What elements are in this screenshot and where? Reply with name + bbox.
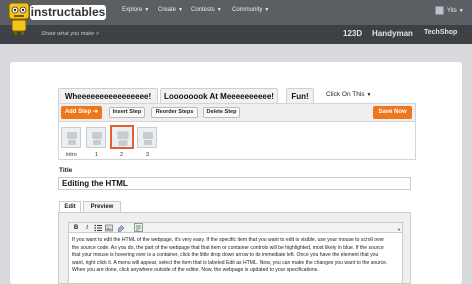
- step-thumbnail-3[interactable]: [137, 127, 157, 148]
- chevron-down-icon: ▼: [264, 7, 270, 13]
- robot-placeholder-icon: [117, 131, 129, 146]
- tab-wheee[interactable]: Wheeeeeeeeeeeeeeee!: [58, 88, 158, 103]
- partner-123d-logo[interactable]: 123D: [343, 29, 362, 38]
- robot-placeholder-icon: [67, 132, 77, 145]
- step-label-2: 2: [120, 152, 124, 158]
- chevron-down-icon: ▼: [144, 7, 150, 13]
- step-thumbnail-2[interactable]: [110, 125, 134, 149]
- nav-contests-menu[interactable]: Contests ▼: [191, 7, 222, 13]
- nav-community-label: Community: [232, 7, 263, 13]
- arrow-right-icon: ➔: [93, 109, 99, 115]
- partner-handyman-logo[interactable]: Handyman: [372, 29, 413, 38]
- nav-contests-label: Contests: [191, 7, 215, 13]
- step-thumbnail-intro[interactable]: [61, 127, 81, 148]
- add-step-label: Add Step: [64, 109, 92, 115]
- step-body-text[interactable]: If you want to edit the HTML of the webp…: [72, 237, 390, 275]
- tab-more-dropdown[interactable]: Click On This ▼: [326, 91, 371, 98]
- user-avatar[interactable]: [435, 6, 444, 15]
- italic-button[interactable]: I: [83, 224, 91, 232]
- site-tagline[interactable]: Share what you make >: [41, 31, 99, 37]
- reorder-steps-button[interactable]: Reorder Steps: [151, 107, 198, 118]
- chevron-down-icon: ▼: [458, 8, 464, 14]
- nav-explore-menu[interactable]: Explore ▼: [122, 7, 149, 13]
- bold-button[interactable]: B: [72, 224, 80, 232]
- eraser-icon[interactable]: [117, 224, 125, 232]
- step-label-1: 1: [95, 152, 99, 158]
- step-label-3: 3: [146, 152, 150, 158]
- nav-create-label: Create: [158, 7, 177, 13]
- delete-step-button[interactable]: Delete Step: [203, 107, 240, 118]
- chevron-down-icon: ▼: [216, 7, 222, 13]
- tab-edit[interactable]: Edit: [59, 201, 81, 212]
- user-name: Yits: [447, 8, 457, 14]
- chevron-down-icon: ▼: [178, 7, 183, 13]
- insert-step-button[interactable]: Insert Step: [109, 107, 145, 118]
- partner-techshop-logo[interactable]: TechShop: [424, 29, 457, 36]
- image-insert-icon[interactable]: [105, 224, 113, 232]
- title-label: Title: [59, 167, 73, 174]
- robot-mascot-icon: [8, 2, 30, 35]
- step-thumbnail-1[interactable]: [86, 127, 106, 148]
- chevron-down-icon: ▼: [366, 92, 372, 98]
- tab-look-at-me[interactable]: Loooooook At Meeeeeeeeee!: [160, 88, 278, 103]
- tab-preview[interactable]: Preview: [83, 201, 121, 212]
- user-menu[interactable]: Yits ▼: [447, 8, 464, 14]
- robot-placeholder-icon: [143, 132, 153, 145]
- step-label-intro: intro: [66, 152, 77, 158]
- add-step-button[interactable]: Add Step ➔: [61, 106, 102, 119]
- save-now-button[interactable]: Save Now: [373, 106, 412, 119]
- site-logo[interactable]: instructables: [30, 5, 106, 20]
- source-code-icon[interactable]: [134, 223, 143, 232]
- bulleted-list-icon[interactable]: [94, 224, 102, 232]
- title-input[interactable]: Editing the HTML: [58, 177, 411, 190]
- tab-fun[interactable]: Fun!: [286, 88, 314, 103]
- robot-placeholder-icon: [92, 132, 102, 145]
- nav-community-menu[interactable]: Community ▼: [232, 7, 269, 13]
- tab-more-label: Click On This: [326, 91, 365, 98]
- nav-create-menu[interactable]: Create ▼: [158, 7, 183, 13]
- chevron-down-icon[interactable]: ▼: [397, 227, 401, 232]
- nav-explore-label: Explore: [122, 7, 143, 13]
